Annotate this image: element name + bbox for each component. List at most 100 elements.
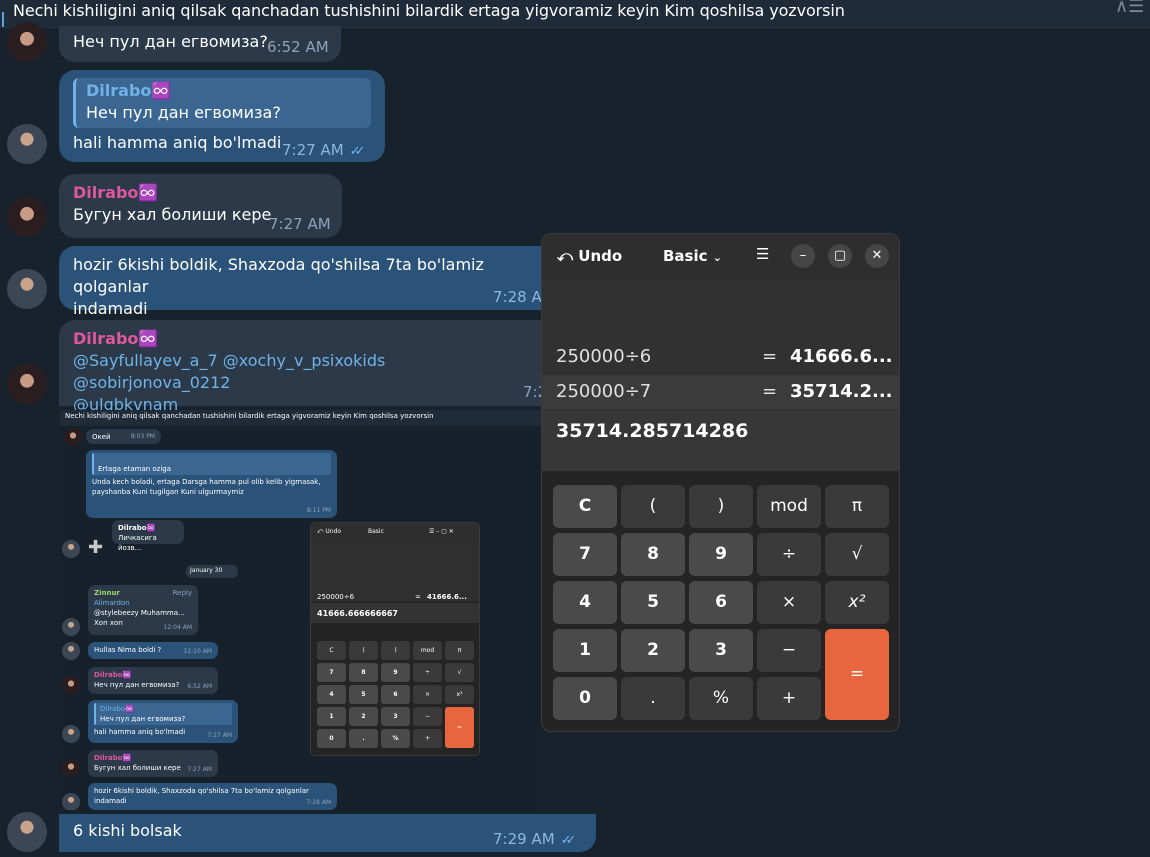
key-0[interactable]: 0 [553,677,617,720]
key-3[interactable]: 3 [689,629,753,672]
key-pi[interactable]: π [825,485,889,528]
key-mod[interactable]: mod [757,485,821,528]
key-percent[interactable]: % [689,677,753,720]
avatar[interactable] [7,124,47,164]
shot-avatar [62,793,80,810]
message-bubble[interactable]: Dilrabo♾️ @Sayfullayev_a_7 @xochy_v_psix… [59,320,549,414]
key-7[interactable]: 7 [553,533,617,576]
message-bubble[interactable]: Dilrabo♾️ Неч пул дан егвомиза? hali ham… [59,70,385,162]
shot-key: 7 [317,663,346,682]
close-button[interactable]: ✕ [865,244,889,268]
key-dot[interactable]: . [621,677,685,720]
key-minus[interactable]: − [757,629,821,672]
menu-icon[interactable]: ☰ [756,245,769,263]
mention-link[interactable]: @xochy_v_psixokids [223,351,386,370]
shot-key: x² [445,685,474,704]
shot-message: Dilrabo♾️ Неч пул дан егвомиза? 6:52 AM [88,667,218,694]
shot-message: Zinnur Reply Alimardon @stylebeezy Muham… [88,585,198,635]
key-6[interactable]: 6 [689,581,753,624]
embedded-screenshot-image[interactable]: Nechi kishiligini aniq qilsak qanchadan … [60,410,542,810]
key-8[interactable]: 8 [621,533,685,576]
history-result: 41666.6... [790,346,893,367]
shot-plus-icon: ✚ [88,537,104,558]
key-rparen[interactable]: ) [689,485,753,528]
message-bubble[interactable]: hozir 6kishi boldik, Shaxzoda qo'shilsa … [59,246,555,318]
minimize-button[interactable]: – [791,244,815,268]
shot-key: ) [381,641,410,660]
undo-button[interactable]: ⤺ Undo [557,247,622,265]
key-9[interactable]: 9 [689,533,753,576]
shot-pinned-text: Nechi kishiligini aniq qilsak qanchadan … [60,410,542,426]
shot-avatar [62,759,80,777]
shot-message: Dilrabo♾️ Бугун хал болиши кере 7:27 AM [88,750,218,777]
shot-key: × [413,685,442,704]
history-row[interactable]: 250000÷6 = 41666.6... [542,340,899,374]
shot-message: Ertaga etaman oziga Unda kech boladi, er… [86,450,337,518]
key-square[interactable]: x² [825,581,889,624]
shot-avatar [64,428,82,446]
key-5[interactable]: 5 [621,581,685,624]
history-equals: = [762,346,778,367]
key-multiply[interactable]: × [757,581,821,624]
pinned-indicator [2,12,4,27]
shot-key: 2 [349,707,378,726]
shot-message: hozir 6kishi boldik, Shaxzoda qo'shilsa … [88,783,337,810]
maximize-button[interactable]: ▢ [828,244,852,268]
shot-avatar [62,676,80,694]
key-sqrt[interactable]: √ [825,533,889,576]
chevron-down-icon: ⌄ [712,251,722,264]
key-divide[interactable]: ÷ [757,533,821,576]
message-text: Бугун хал болиши кере [73,205,272,224]
message-text: Неч пул дан егвомиза? [73,32,268,51]
shot-key: % [381,729,410,748]
pinned-list-icon[interactable]: ⊼☰ [1115,0,1144,17]
avatar[interactable] [7,197,47,237]
shot-key: ( [349,641,378,660]
key-equals[interactable]: = [825,629,889,720]
avatar[interactable] [7,364,47,404]
key-clear[interactable]: C [553,485,617,528]
message-bubble[interactable]: 6 kishi bolsak 7:29 AM ✓✓ [59,814,596,852]
calculator-entry[interactable]: 35714.285714286 [556,420,748,442]
key-lparen[interactable]: ( [621,485,685,528]
shot-key: = [445,707,474,748]
avatar[interactable] [7,22,47,62]
avatar[interactable] [7,812,47,852]
shot-key: 8 [349,663,378,682]
shot-date-chip: January 30 [186,565,238,578]
mode-dropdown[interactable]: Basic ⌄ [663,247,722,265]
history-expression: 250000÷7 [556,381,652,402]
read-checkmark-icon: ✓✓ [560,833,577,848]
calculator-window[interactable]: ⤺ Undo Basic ⌄ ☰ – ▢ ✕ 250000÷6 = 41666.… [541,233,900,732]
message-bubble[interactable]: Dilrabo♾️ Бугун хал болиши кере 7:27 AM [59,174,342,238]
message-text-line1: hozir 6kishi boldik, Shaxzoda qo'shilsa … [73,255,484,296]
sender-name[interactable]: Dilrabo♾️ [73,182,328,204]
reply-quote[interactable]: Dilrabo♾️ Неч пул дан егвомиза? [73,78,371,128]
key-4[interactable]: 4 [553,581,617,624]
key-plus[interactable]: + [757,677,821,720]
shot-key: C [317,641,346,660]
sender-name[interactable]: Dilrabo♾️ [73,328,535,350]
shot-key: 9 [381,663,410,682]
shot-avatar [62,540,80,558]
quote-author: Dilrabo♾️ [86,81,172,100]
quote-text: Неч пул дан егвомиза? [86,103,281,122]
shot-key: 5 [349,685,378,704]
read-checkmark-icon: ✓✓ [349,144,366,159]
mention-link[interactable]: @Sayfullayev_a_7 [73,351,218,370]
undo-icon: ⤺ [557,247,574,265]
shot-key: √ [445,663,474,682]
shot-calculator: ⤺ Undo Basic ☰ – ▢ ✕ 250000÷6 = 41666.6...… [310,522,480,756]
key-1[interactable]: 1 [553,629,617,672]
calculator-header: ⤺ Undo Basic ⌄ ☰ – ▢ ✕ [542,234,899,280]
shot-avatar [62,642,80,660]
avatar[interactable] [7,269,47,309]
pinned-message-text: Nechi kishiligini aniq qilsak qanchadan … [13,1,845,20]
mention-link[interactable]: @sobirjonova_0212 [73,373,230,392]
shot-key: − [413,707,442,726]
history-row[interactable]: 250000÷7 = 35714.2... [542,375,899,409]
message-text: 6 kishi bolsak [73,821,182,840]
message-bubble[interactable]: Неч пул дан егвомиза? 6:52 AM [59,26,341,62]
key-2[interactable]: 2 [621,629,685,672]
message-time: 6:52 AM [267,38,329,56]
